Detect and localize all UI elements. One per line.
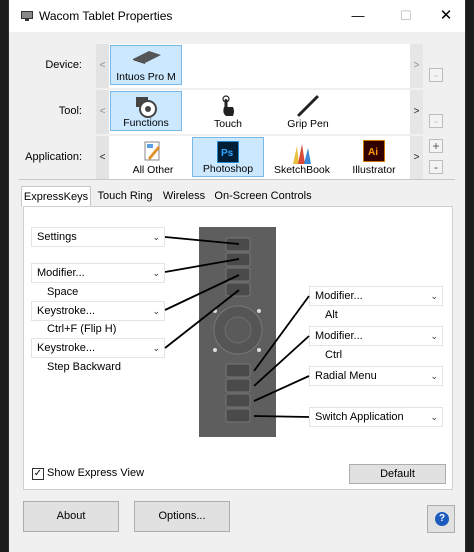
help-button[interactable]: ? <box>427 505 455 533</box>
help-icon: ? <box>435 512 449 526</box>
show-express-view-label: Show Express View <box>47 467 145 479</box>
show-express-view-checkbox[interactable]: ✓ <box>32 468 44 480</box>
options-button[interactable]: Options... <box>134 501 230 532</box>
default-button[interactable]: Default <box>349 464 446 484</box>
about-button[interactable]: About <box>23 501 119 532</box>
properties-window: Wacom Tablet Properties — ☐ ✕ Device: < … <box>8 0 466 552</box>
